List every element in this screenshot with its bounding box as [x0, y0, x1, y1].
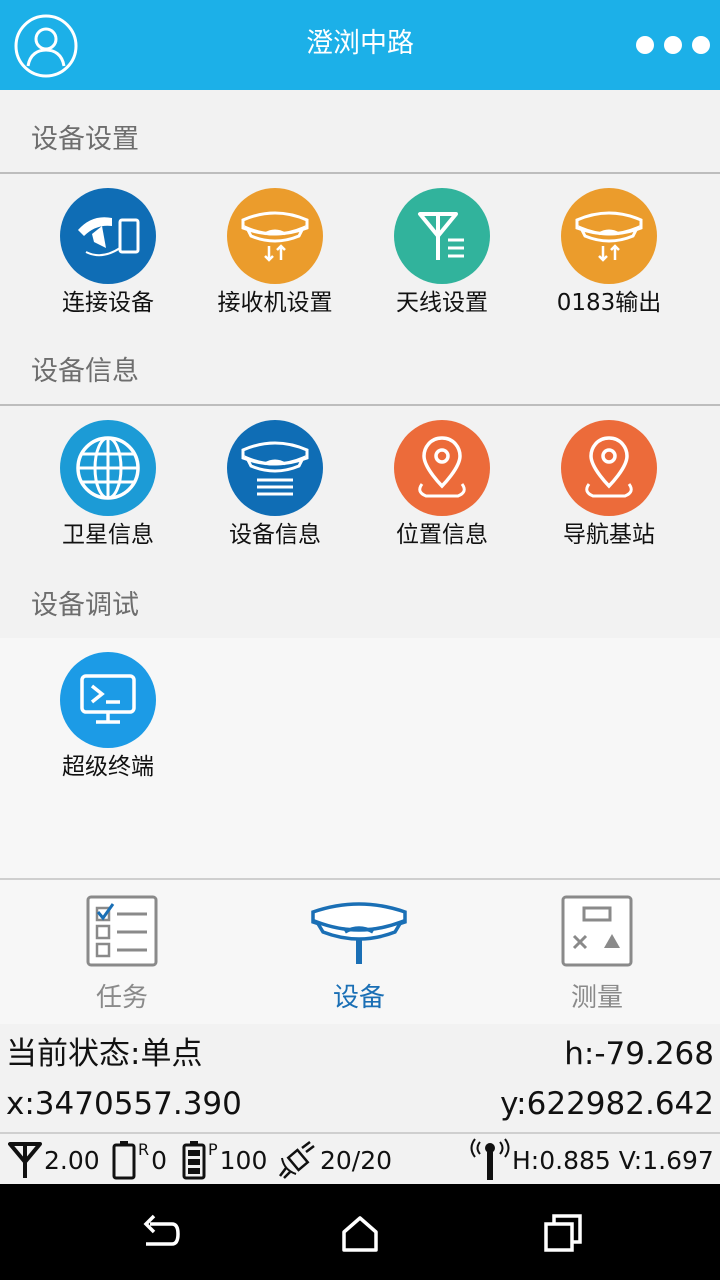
user-avatar-icon[interactable] [14, 14, 78, 78]
tab-label: 设备 [332, 983, 385, 1013]
tile-label: 设备信息 [229, 522, 321, 548]
x-coordinate: x:3470557.390 [6, 1080, 242, 1128]
satellite-count: 20/20 [278, 1138, 392, 1182]
tile-label: 连接设备 [62, 290, 154, 316]
app-header: 澄浏中路 [0, 0, 720, 90]
section-title: 设备设置 [31, 124, 139, 155]
tab-label: 任务 [95, 983, 148, 1013]
section-header-device-settings: 设备设置 [0, 90, 720, 174]
antenna-settings-button[interactable]: 天线设置 [362, 188, 522, 328]
y-coordinate: y:622982.642 [500, 1080, 714, 1128]
device-info-grid: 卫星信息 设备信息 位置信息 导航基站 [0, 406, 720, 556]
tile-label: 导航基站 [563, 522, 655, 548]
phone-battery-value: 100 [219, 1145, 268, 1175]
height-value: h:-79.268 [564, 1036, 714, 1072]
tile-label: 超级终端 [62, 754, 154, 780]
gnss-receiver-icon [309, 894, 409, 970]
device-settings-grid: 连接设备 接收机设置 天线设置 0183输出 [0, 174, 720, 322]
antenna-height: 2.00 [8, 1138, 100, 1182]
rover-battery-value: 0 [151, 1145, 168, 1175]
section-header-device-info: 设备信息 [0, 322, 720, 406]
precision-value: H:0.885 V:1.697 [512, 1145, 714, 1175]
satellite-info-button[interactable]: 卫星信息 [28, 420, 188, 560]
receiver-settings-icon [227, 188, 323, 284]
section-title: 设备信息 [31, 356, 139, 387]
rover-battery: R 0 [112, 1138, 167, 1182]
tile-label: 天线设置 [396, 290, 488, 316]
antenna-value: 2.00 [44, 1145, 100, 1175]
globe-icon [60, 420, 156, 516]
tab-device[interactable]: 设备 [259, 880, 459, 1026]
tile-label: 位置信息 [396, 522, 488, 548]
satellite-icon [279, 1141, 315, 1179]
section-title: 设备调试 [31, 590, 139, 621]
rover-battery-label: R [138, 1140, 150, 1159]
tab-tasks[interactable]: 任务 [22, 880, 222, 1026]
current-state: 当前状态:单点 [6, 1030, 202, 1078]
status-row-2: x:3470557.390 y:622982.642 [6, 1080, 714, 1128]
home-icon[interactable] [336, 1210, 384, 1258]
navigation-base-station-button[interactable]: 导航基站 [529, 420, 689, 560]
location-pin-icon [394, 420, 490, 516]
tile-label: 接收机设置 [217, 290, 333, 316]
section-header-device-debug: 设备调试 [0, 556, 720, 640]
battery-full-icon [182, 1141, 206, 1180]
app-root: 澄浏中路 设备设置 连接设备 接收机设置 天线设置 0183输出 设备信息 卫星… [0, 0, 720, 1280]
connect-device-icon [60, 188, 156, 284]
antenna-icon [8, 1142, 42, 1178]
task-checklist-icon [85, 894, 159, 972]
status-panel: 当前状态:单点 h:-79.268 x:3470557.390 y:622982… [0, 1024, 720, 1184]
tile-label: 0183输出 [556, 290, 662, 316]
signal-tower-icon [470, 1138, 510, 1180]
location-info-button[interactable]: 位置信息 [362, 420, 522, 560]
page-title: 澄浏中路 [306, 28, 414, 59]
state-label: 当前状态: [6, 1036, 141, 1072]
status-row-1: 当前状态:单点 h:-79.268 [6, 1030, 714, 1078]
receiver-settings-button[interactable]: 接收机设置 [195, 188, 355, 328]
tab-label: 测量 [570, 983, 623, 1013]
nmea-output-button[interactable]: 0183输出 [529, 188, 689, 328]
satellite-value: 20/20 [320, 1145, 393, 1175]
phone-battery: P 100 [182, 1138, 267, 1182]
system-navigation-bar [0, 1184, 720, 1280]
tab-survey[interactable]: 测量 [497, 880, 697, 1026]
state-value: 单点 [140, 1036, 203, 1072]
device-status-row: 2.00 R 0 P 100 20/20 H:0.885 V:1.697 [0, 1132, 720, 1182]
phone-battery-label: P [208, 1140, 218, 1159]
antenna-settings-icon [394, 188, 490, 284]
super-terminal-button[interactable]: 超级终端 [28, 652, 188, 792]
back-icon[interactable] [136, 1210, 184, 1258]
x-value: 3470557.390 [34, 1086, 242, 1122]
navigation-pin-icon [561, 420, 657, 516]
device-info-button[interactable]: 设备信息 [195, 420, 355, 560]
recent-apps-icon[interactable] [538, 1210, 586, 1258]
device-info-icon [227, 420, 323, 516]
terminal-icon [60, 652, 156, 748]
bottom-nav: 任务 设备 测量 [0, 878, 720, 1024]
tile-label: 卫星信息 [62, 522, 154, 548]
connect-device-button[interactable]: 连接设备 [28, 188, 188, 328]
more-options-icon[interactable] [636, 28, 710, 62]
device-debug-area: 超级终端 [0, 638, 720, 878]
precision-info: H:0.885 V:1.697 [470, 1138, 714, 1182]
x-label: x: [6, 1086, 35, 1122]
battery-empty-icon [112, 1141, 136, 1180]
y-label: y: [500, 1086, 527, 1122]
survey-calculator-icon [560, 894, 634, 972]
y-value: 622982.642 [526, 1086, 714, 1122]
nmea-output-icon [561, 188, 657, 284]
